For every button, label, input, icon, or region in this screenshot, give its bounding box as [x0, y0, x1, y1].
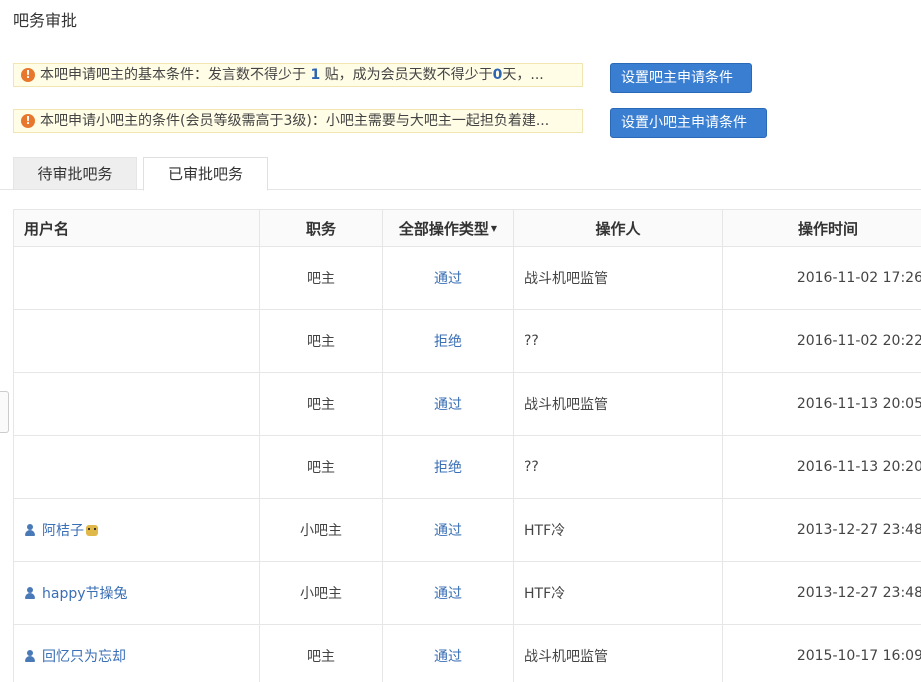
header-username: 用户名 — [13, 209, 260, 247]
cell-role: 小吧主 — [259, 561, 383, 625]
cell-operator: 战斗机吧监管 — [513, 372, 723, 436]
tab-pending[interactable]: 待审批吧务 — [13, 157, 137, 189]
cell-role: 吧主 — [259, 372, 383, 436]
table-row: 回忆只为忘却 吧主 通过 战斗机吧监管 2015-10-17 16:09 — [13, 624, 921, 682]
cell-type: 拒绝 — [382, 435, 514, 499]
table-row: 吧主 通过 战斗机吧监管 2016-11-13 20:05 — [13, 372, 921, 436]
side-drawer-handle[interactable] — [0, 391, 9, 433]
action-type-link[interactable]: 拒绝 — [434, 460, 462, 476]
owner-conditions-notice: ! 本吧申请吧主的基本条件：发言数不得少于 1 贴，成为会员天数不得少于0天，.… — [13, 63, 583, 87]
cell-role: 吧主 — [259, 435, 383, 499]
cell-username: 回忆只为忘却 — [13, 624, 260, 682]
notice-min-posts: 1 — [310, 67, 321, 83]
cell-operator: ?? — [513, 309, 723, 373]
notice-text-middle: 贴，成为会员天数不得少于 — [320, 67, 493, 83]
tab-approved[interactable]: 已审批吧务 — [143, 157, 268, 191]
cell-operator: 战斗机吧监管 — [513, 246, 723, 310]
cell-type: 通过 — [382, 372, 514, 436]
set-owner-conditions-button[interactable]: 设置吧主申请条件 — [610, 63, 752, 93]
cell-username — [13, 435, 260, 499]
notice-min-days: 0 — [492, 67, 503, 83]
cell-type: 通过 — [382, 561, 514, 625]
cell-operator: HTF冷 — [513, 561, 723, 625]
cell-username — [13, 246, 260, 310]
header-role: 职务 — [259, 209, 383, 247]
action-type-link[interactable]: 通过 — [434, 397, 462, 413]
table-row: 吧主 拒绝 ?? 2016-11-13 20:20 — [13, 435, 921, 499]
page: 吧务审批 ! 本吧申请吧主的基本条件：发言数不得少于 1 贴，成为会员天数不得少… — [0, 0, 921, 682]
header-operator: 操作人 — [513, 209, 723, 247]
cell-operator: 战斗机吧监管 — [513, 624, 723, 682]
cell-time: 2016-11-02 17:26 — [722, 246, 921, 310]
header-type-filter[interactable]: 全部操作类型 ▼ — [382, 209, 514, 247]
user-icon — [24, 524, 36, 536]
table-row: 阿桔子 小吧主 通过 HTF冷 2013-12-27 23:48 — [13, 498, 921, 562]
cell-type: 通过 — [382, 624, 514, 682]
cell-time: 2013-12-27 23:48 — [722, 561, 921, 625]
action-type-link[interactable]: 通过 — [434, 271, 462, 287]
cell-username: 阿桔子 — [13, 498, 260, 562]
cell-time: 2016-11-13 20:20 — [722, 435, 921, 499]
table-row: 吧主 通过 战斗机吧监管 2016-11-02 17:26 — [13, 246, 921, 310]
cell-username: happy节操兔 — [13, 561, 260, 625]
username-link[interactable]: happy节操兔 — [42, 586, 128, 602]
cat-emoji-icon — [86, 525, 98, 536]
header-type-label: 全部操作类型 — [398, 219, 489, 238]
tab-bar: 待审批吧务 已审批吧务 — [0, 155, 921, 191]
cell-role: 吧主 — [259, 624, 383, 682]
cell-role: 小吧主 — [259, 498, 383, 562]
approval-table: 用户名 职务 全部操作类型 ▼ 操作人 操作时间 吧主 通过 战斗机吧监管 201… — [13, 209, 921, 682]
username-link[interactable]: 阿桔子 — [42, 523, 84, 539]
action-type-link[interactable]: 通过 — [434, 586, 462, 602]
action-type-link[interactable]: 通过 — [434, 523, 462, 539]
sub-owner-conditions-notice: ! 本吧申请小吧主的条件(会员等级需高于3级)：小吧主需要与大吧主一起担负着建.… — [13, 109, 583, 133]
notice-text: 本吧申请小吧主的条件(会员等级需高于3级)：小吧主需要与大吧主一起担负着建... — [40, 113, 550, 129]
cell-time: 2015-10-17 16:09 — [722, 624, 921, 682]
notice-text-after: 天，... — [502, 67, 544, 83]
cell-operator: HTF冷 — [513, 498, 723, 562]
user-icon — [24, 650, 36, 662]
cell-username — [13, 309, 260, 373]
cell-time: 2016-11-02 20:22 — [722, 309, 921, 373]
cell-type: 通过 — [382, 246, 514, 310]
table-row: 吧主 拒绝 ?? 2016-11-02 20:22 — [13, 309, 921, 373]
user-icon — [24, 587, 36, 599]
page-title: 吧务审批 — [13, 11, 78, 30]
cell-role: 吧主 — [259, 309, 383, 373]
cell-time: 2016-11-13 20:05 — [722, 372, 921, 436]
cell-username — [13, 372, 260, 436]
header-time: 操作时间 — [722, 209, 921, 247]
action-type-link[interactable]: 通过 — [434, 649, 462, 665]
set-sub-owner-conditions-button[interactable]: 设置小吧主申请条件 — [610, 108, 767, 138]
caret-down-icon: ▼ — [490, 223, 498, 233]
table-row: happy节操兔 小吧主 通过 HTF冷 2013-12-27 23:48 — [13, 561, 921, 625]
username-link[interactable]: 回忆只为忘却 — [42, 649, 126, 665]
cell-operator: ?? — [513, 435, 723, 499]
warning-icon: ! — [21, 114, 35, 128]
action-type-link[interactable]: 拒绝 — [434, 334, 462, 350]
cell-role: 吧主 — [259, 246, 383, 310]
cell-type: 拒绝 — [382, 309, 514, 373]
notice-text-before: 本吧申请吧主的基本条件：发言数不得少于 — [40, 67, 311, 83]
cell-time: 2013-12-27 23:48 — [722, 498, 921, 562]
cell-type: 通过 — [382, 498, 514, 562]
warning-icon: ! — [21, 68, 35, 82]
table-header-row: 用户名 职务 全部操作类型 ▼ 操作人 操作时间 — [13, 209, 921, 247]
